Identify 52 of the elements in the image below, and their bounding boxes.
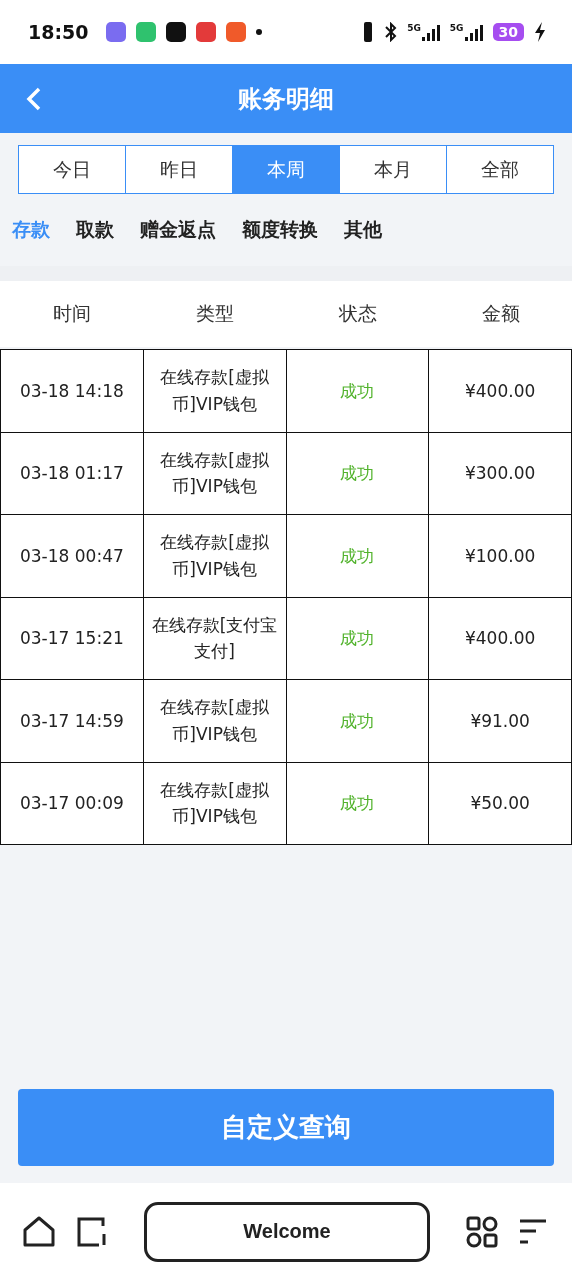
table-cell: 成功 bbox=[286, 680, 430, 763]
category-tab[interactable]: 其他 bbox=[344, 217, 382, 243]
column-header: 类型 bbox=[194, 301, 235, 326]
table-cell: 成功 bbox=[286, 432, 430, 515]
table-cell: 成功 bbox=[286, 762, 430, 845]
signal-icon bbox=[464, 23, 483, 41]
table-cell: 03-18 00:47 bbox=[1, 515, 144, 598]
table-cell: ¥400.00 bbox=[429, 350, 572, 433]
menu-icon[interactable] bbox=[518, 1217, 548, 1246]
window-icon[interactable] bbox=[76, 1215, 108, 1248]
category-tab[interactable]: 额度转换 bbox=[242, 217, 318, 243]
network-type-label: 5G bbox=[449, 23, 464, 33]
battery-level: 30 bbox=[492, 23, 524, 41]
table-cell: ¥400.00 bbox=[429, 597, 572, 680]
table-cell: 在线存款[虚拟币]VIP钱包 bbox=[143, 515, 287, 598]
table-cell: ¥300.00 bbox=[429, 432, 572, 515]
app-notification-icon bbox=[226, 22, 247, 42]
welcome-button[interactable]: Welcome bbox=[144, 1201, 430, 1262]
apps-icon[interactable] bbox=[466, 1215, 498, 1248]
table-cell: 在线存款[虚拟币]VIP钱包 bbox=[143, 432, 287, 515]
table-cell: 在线存款[支付宝支付] bbox=[143, 597, 287, 680]
status-time: 18:50 bbox=[28, 21, 89, 43]
category-tab[interactable]: 取款 bbox=[76, 217, 114, 243]
network-type-label: 5G bbox=[407, 23, 421, 33]
column-header: 状态 bbox=[337, 301, 378, 326]
table-cell: 03-18 14:18 bbox=[1, 350, 144, 433]
home-icon[interactable] bbox=[22, 1215, 56, 1248]
category-tab[interactable]: 赠金返点 bbox=[140, 217, 216, 243]
table-cell: 03-17 15:21 bbox=[1, 597, 144, 680]
table-cell: ¥91.00 bbox=[429, 680, 572, 763]
table-cell: 03-17 14:59 bbox=[1, 680, 144, 763]
app-notification-icon bbox=[106, 22, 127, 42]
table-cell: 03-18 01:17 bbox=[1, 432, 144, 515]
column-header: 金额 bbox=[480, 301, 521, 326]
table-cell: ¥50.00 bbox=[429, 762, 572, 845]
table-cell: ¥100.00 bbox=[429, 515, 572, 598]
table-cell: 在线存款[虚拟币]VIP钱包 bbox=[143, 350, 287, 433]
table-cell: 成功 bbox=[286, 515, 430, 598]
bluetooth-icon bbox=[385, 22, 398, 42]
column-header: 时间 bbox=[51, 301, 92, 326]
table-cell: 成功 bbox=[286, 350, 430, 433]
page-title: 账务明细 bbox=[238, 83, 334, 115]
signal-icon bbox=[421, 23, 440, 41]
app-notification-icon bbox=[196, 22, 217, 42]
table-cell: 03-17 00:09 bbox=[1, 762, 144, 845]
app-notification-icon bbox=[166, 22, 187, 42]
table-cell: 在线存款[虚拟币]VIP钱包 bbox=[143, 680, 287, 763]
charging-icon bbox=[534, 22, 546, 42]
table-cell: 成功 bbox=[286, 597, 430, 680]
table-cell: 在线存款[虚拟币]VIP钱包 bbox=[143, 762, 287, 845]
app-notification-icon bbox=[136, 22, 157, 42]
more-notifications-icon bbox=[256, 29, 263, 35]
